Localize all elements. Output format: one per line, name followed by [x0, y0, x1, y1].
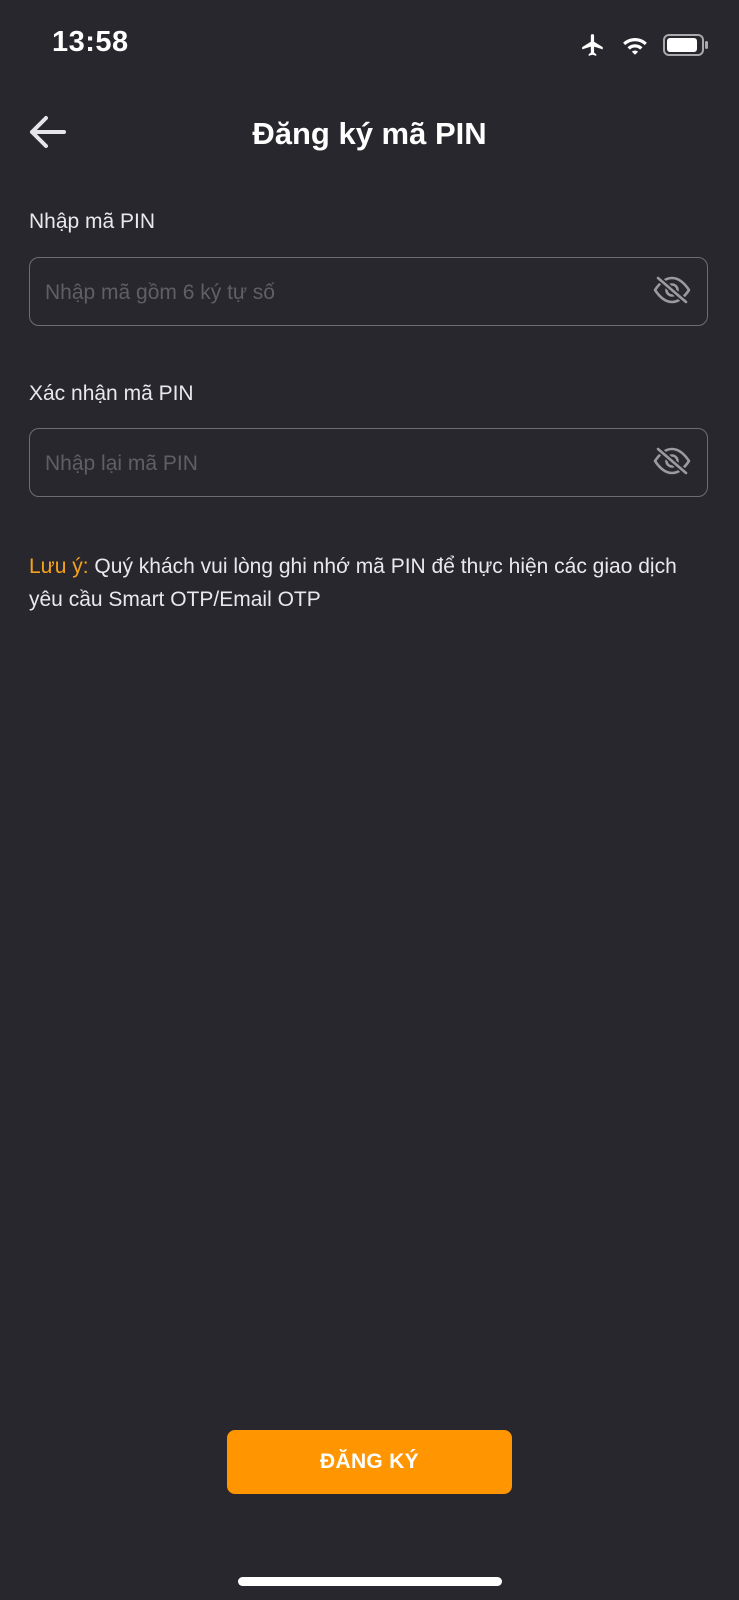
confirm-pin-input[interactable]: [43, 429, 647, 498]
status-icons: [579, 32, 709, 58]
note-prefix: Lưu ý:: [29, 555, 89, 578]
airplane-icon: [579, 32, 607, 58]
battery-icon: [663, 34, 709, 56]
pin-note: Lưu ý: Quý khách vui lòng ghi nhớ mã PIN…: [29, 550, 709, 616]
confirm-pin-visibility-toggle[interactable]: [651, 445, 693, 481]
eye-slash-icon: [652, 274, 692, 310]
pin-input[interactable]: [43, 258, 647, 327]
register-button[interactable]: ĐĂNG KÝ: [227, 1430, 512, 1494]
wifi-icon: [621, 34, 649, 56]
note-text: Quý khách vui lòng ghi nhớ mã PIN để thự…: [29, 555, 677, 611]
pin-label: Nhập mã PIN: [29, 210, 156, 233]
status-time: 13:58: [52, 26, 129, 58]
pin-field[interactable]: [29, 257, 708, 327]
page-title: Đăng ký mã PIN: [252, 116, 487, 151]
confirm-pin-field[interactable]: [29, 428, 708, 498]
eye-slash-icon: [652, 445, 692, 481]
status-bar: 13:58: [0, 0, 739, 92]
nav-bar: Đăng ký mã PIN: [0, 100, 739, 170]
home-indicator: [238, 1577, 502, 1586]
pin-visibility-toggle[interactable]: [651, 274, 693, 310]
confirm-pin-label: Xác nhận mã PIN: [29, 382, 194, 405]
